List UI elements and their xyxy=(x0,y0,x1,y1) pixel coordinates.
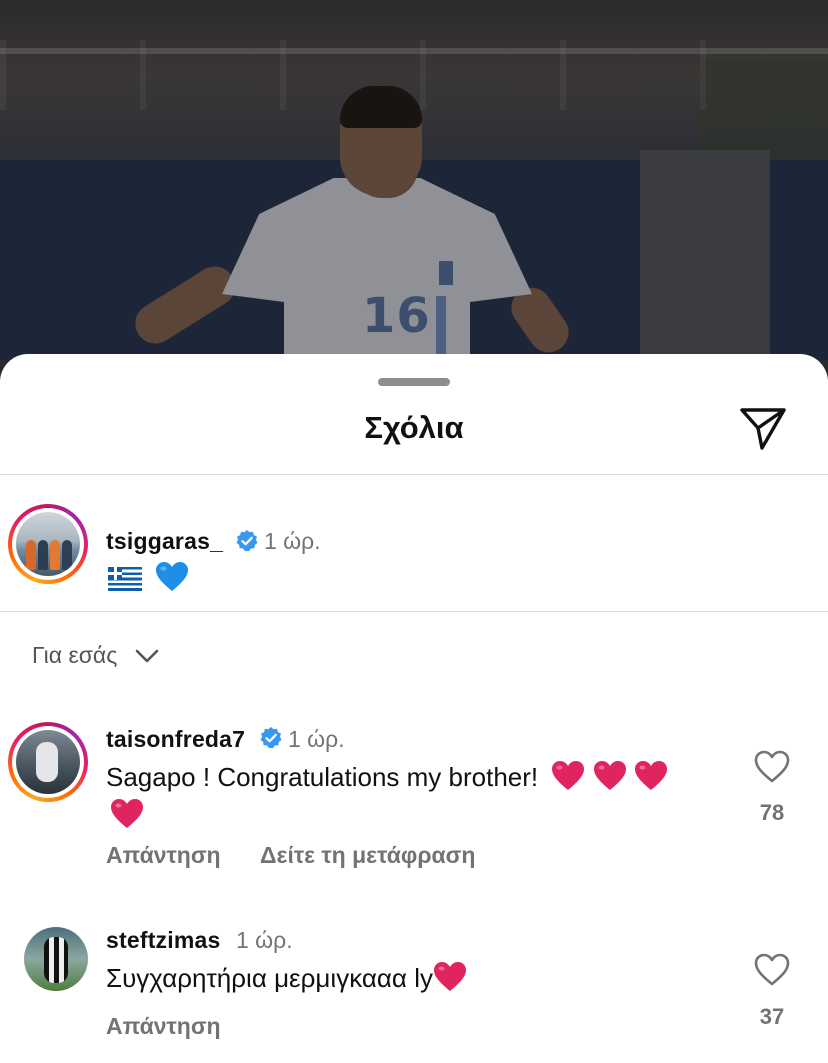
heart-outline-icon xyxy=(754,750,790,783)
caption-text xyxy=(108,560,189,596)
paper-plane-icon xyxy=(740,408,786,450)
post-photo-background: 16 xyxy=(0,0,828,380)
shirt-stripe-graphic xyxy=(436,296,446,356)
like-count: 37 xyxy=(759,1004,785,1029)
comment-body: Συγχαρητήρια μερμιγκααα ly xyxy=(106,963,433,993)
header-divider xyxy=(0,474,828,475)
caption-time: 1 ώρ. xyxy=(264,528,321,554)
like-button[interactable] xyxy=(754,953,790,987)
chevron-down-icon xyxy=(136,649,159,662)
comment-username[interactable]: taisonfreda7 xyxy=(106,726,245,753)
verified-badge-icon xyxy=(236,530,258,552)
comments-sheet: Σχόλια tsiggaras_ 1 ώρ. Για εσάς taisonf… xyxy=(0,354,828,1063)
comment-text: Συγχαρητήρια μερμιγκααα ly xyxy=(106,959,706,997)
caption-divider xyxy=(0,611,828,612)
comment-time: 1 ώρ. xyxy=(236,927,293,953)
reply-button[interactable]: Απάντηση xyxy=(106,1013,221,1040)
heart-outline-icon xyxy=(754,953,790,986)
comment-username[interactable]: steftzimas xyxy=(106,927,220,954)
comment-text: Sagapo ! Congratulations my brother! xyxy=(106,758,706,834)
comment-body: Sagapo ! Congratulations my brother! xyxy=(106,762,539,792)
red-heart-emoji xyxy=(593,761,626,790)
filter-label: Για εσάς xyxy=(32,642,118,668)
caption-avatar[interactable] xyxy=(8,504,88,584)
photo-rail xyxy=(0,48,828,54)
red-heart-emoji xyxy=(111,799,143,828)
comment-avatar-steftzimas[interactable] xyxy=(24,927,88,991)
blue-heart-emoji xyxy=(156,562,189,591)
greek-flag-emoji xyxy=(108,567,142,591)
like-button[interactable] xyxy=(754,750,790,784)
verified-badge-icon xyxy=(260,727,282,749)
sheet-title: Σχόλια xyxy=(364,410,464,445)
comment-sort-filter[interactable]: Για εσάς xyxy=(32,642,159,669)
share-button[interactable] xyxy=(738,406,788,452)
see-translation-button[interactable]: Δείτε τη μετάφραση xyxy=(260,842,475,869)
shirt-crest-graphic xyxy=(436,258,456,288)
red-heart-emoji xyxy=(552,761,585,790)
sheet-grabber-handle[interactable] xyxy=(378,378,450,386)
shirt-number-graphic: 16 xyxy=(362,288,431,344)
photo-post xyxy=(640,150,770,360)
caption-username[interactable]: tsiggaras_ xyxy=(106,528,223,555)
reply-button[interactable]: Απάντηση xyxy=(106,842,221,869)
comment-time: 1 ώρ. xyxy=(288,726,345,752)
red-heart-emoji xyxy=(634,761,667,790)
like-count: 78 xyxy=(759,800,785,825)
comment-avatar-taisonfreda7[interactable] xyxy=(8,722,88,802)
red-heart-emoji xyxy=(433,962,466,991)
